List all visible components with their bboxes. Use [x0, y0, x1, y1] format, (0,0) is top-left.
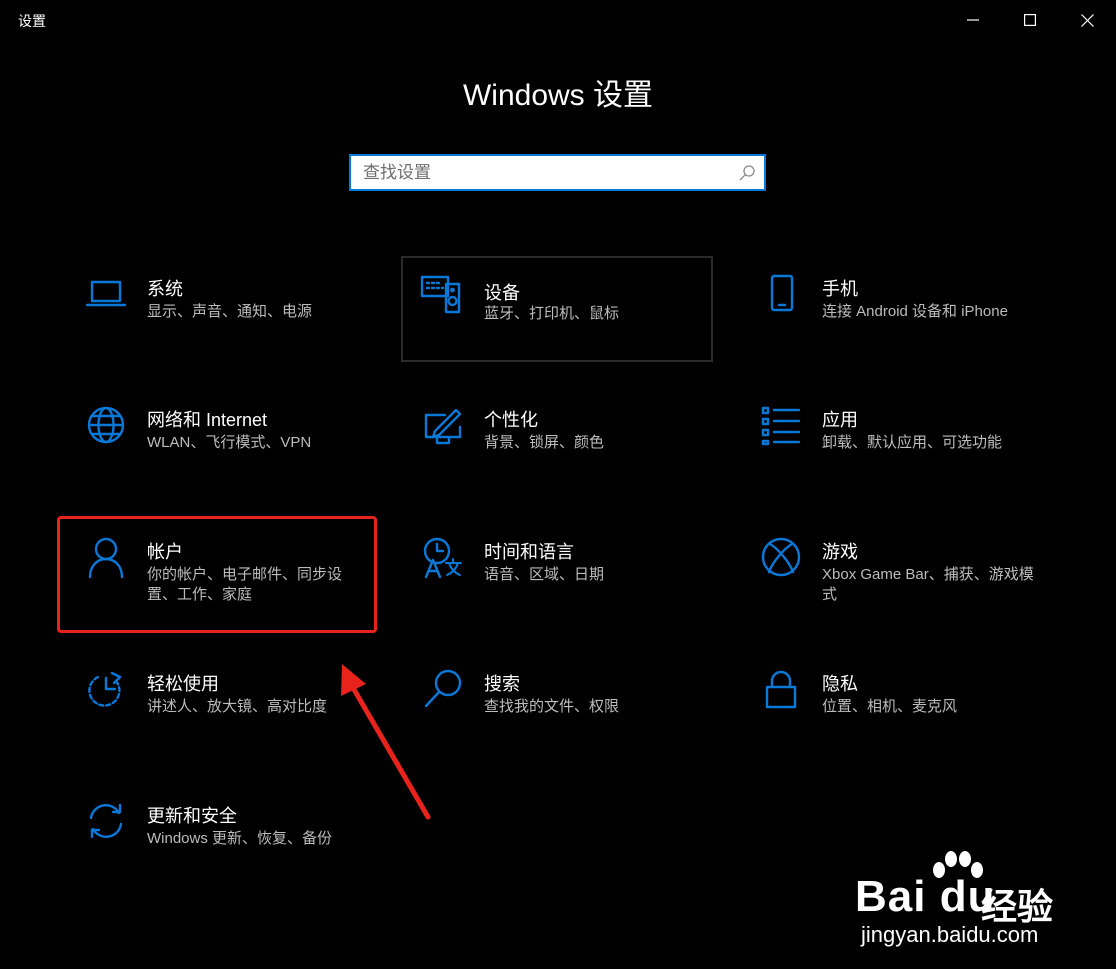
- watermark-url: jingyan.baidu.com: [861, 922, 1039, 947]
- baidu-watermark: Bai du 经验 jingyan.baidu.com: [855, 850, 1060, 955]
- annotation-arrow: [341, 664, 431, 820]
- watermark-logo: Bai du: [855, 872, 996, 921]
